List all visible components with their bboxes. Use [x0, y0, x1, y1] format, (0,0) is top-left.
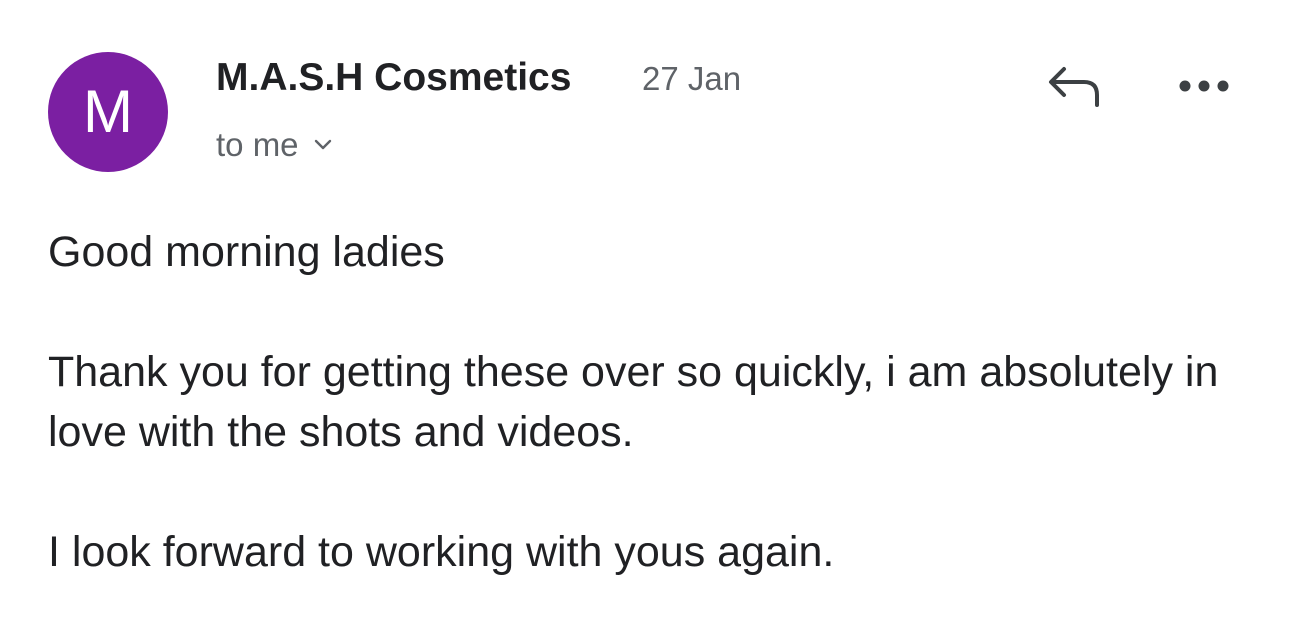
reply-button[interactable] [1040, 60, 1108, 116]
chevron-down-icon [313, 138, 333, 152]
recipient-details-toggle[interactable]: to me [216, 126, 333, 164]
sender-avatar[interactable]: M [48, 52, 168, 172]
recipient-label: to me [216, 126, 299, 163]
reply-icon [1044, 61, 1104, 116]
body-paragraph: Thank you for getting these over so quic… [48, 348, 1219, 456]
more-options-icon [1177, 78, 1231, 99]
email-body: Good morning ladies Thank you for gettin… [48, 222, 1248, 642]
sender-name: M.A.S.H Cosmetics [216, 56, 572, 99]
more-options-button[interactable] [1172, 70, 1236, 106]
email-date: 27 Jan [642, 60, 742, 97]
body-greeting: Good morning ladies [48, 228, 445, 276]
body-paragraph: I look forward to working with yous agai… [48, 528, 835, 576]
